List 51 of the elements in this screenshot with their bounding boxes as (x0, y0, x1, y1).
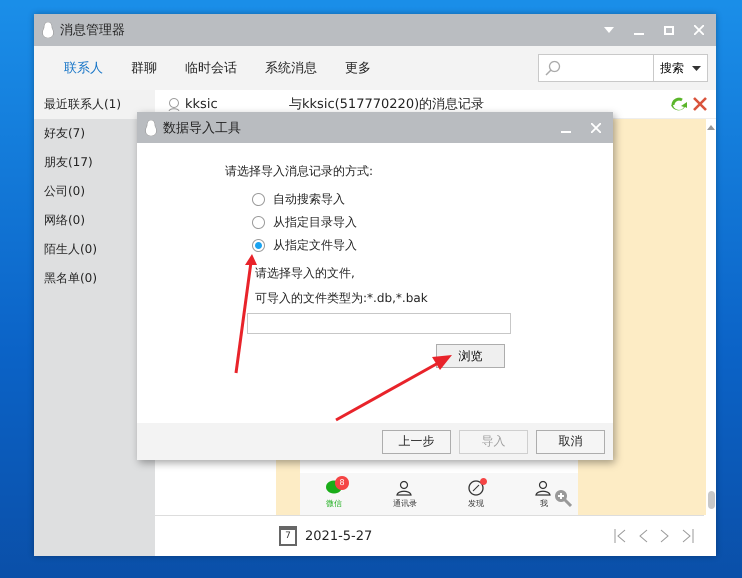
dropdown-icon[interactable] (604, 27, 614, 33)
unread-count: 8 (335, 476, 349, 490)
maximize-icon[interactable] (664, 26, 674, 34)
search-icon (545, 60, 561, 76)
previous-icon[interactable] (638, 529, 648, 543)
sidebar-item[interactable]: 最近联系人(1) (34, 90, 155, 119)
option-label: 从指定目录导入 (273, 214, 357, 231)
dialog-button[interactable]: 上一步 (382, 430, 451, 454)
dialog-title: 数据导入工具 (163, 120, 242, 136)
nav-label[interactable]: 发现 (468, 498, 484, 508)
next-icon[interactable] (660, 529, 670, 543)
radio-button[interactable] (252, 193, 265, 206)
contact-name: kksic (185, 96, 219, 112)
radio-option[interactable]: 从指定目录导入 (252, 211, 613, 234)
option-label: 自动搜索导入 (273, 191, 345, 208)
first-page-icon[interactable] (614, 529, 626, 543)
nav-label[interactable]: 通讯录 (393, 498, 417, 508)
calendar-icon[interactable]: 7 (279, 526, 297, 546)
caret-icon (692, 66, 701, 70)
penguin-icon (42, 22, 54, 38)
hint-text: 可导入的文件类型为:*.db,*.bak (255, 290, 429, 307)
zoom-in-icon[interactable] (554, 489, 572, 507)
tab[interactable]: 更多 (333, 59, 383, 77)
tab[interactable]: 系统消息 (253, 59, 329, 77)
browse-button[interactable]: 浏览 (436, 344, 505, 368)
date-label: 2021-5-27 (305, 528, 374, 544)
delete-icon[interactable] (692, 96, 708, 112)
radio-button[interactable] (252, 216, 265, 229)
penguin-icon (145, 120, 157, 136)
hint-text: 请选择导入的文件, (255, 265, 356, 282)
tab[interactable]: 临时会话 (173, 59, 249, 77)
dialog-button[interactable]: 取消 (536, 430, 605, 454)
window-title: 消息管理器 (60, 22, 126, 39)
option-label: 从指定文件导入 (273, 237, 357, 254)
close-icon[interactable] (694, 25, 704, 35)
avatar-icon (167, 97, 181, 111)
scroll-up-icon[interactable] (707, 125, 715, 130)
scrollbar-thumb[interactable] (708, 491, 714, 509)
refresh-icon[interactable] (670, 96, 688, 112)
tab[interactable]: 群聊 (119, 59, 169, 77)
close-icon[interactable] (591, 122, 601, 132)
radio-option[interactable]: 自动搜索导入 (252, 188, 613, 211)
tab[interactable]: 联系人 (52, 59, 115, 77)
prompt-text: 请选择导入消息记录的方式: (225, 163, 374, 180)
file-path-field[interactable] (247, 313, 511, 334)
last-page-icon[interactable] (682, 529, 694, 543)
nav-label[interactable]: 我 (540, 498, 548, 508)
radio-button[interactable] (252, 239, 265, 252)
compass-icon (467, 480, 485, 496)
radio-option[interactable]: 从指定文件导入 (252, 234, 613, 257)
history-title: 与kksic(517770220)的消息记录 (289, 96, 486, 113)
